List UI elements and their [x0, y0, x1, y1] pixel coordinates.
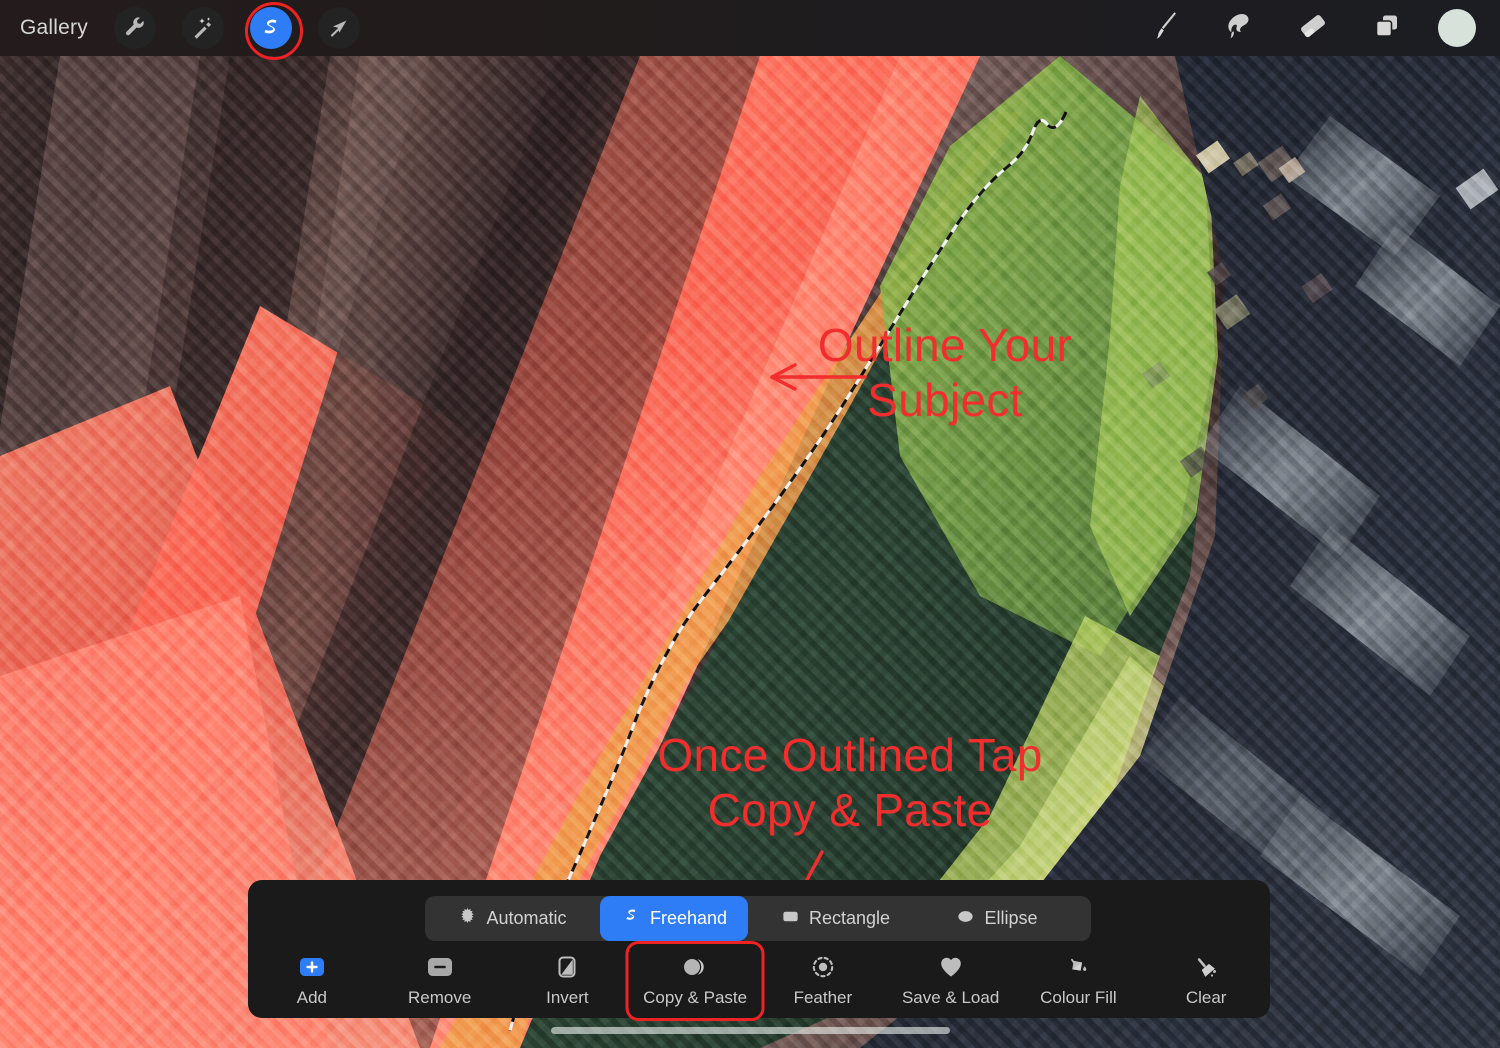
transform-arrow-button[interactable]	[317, 7, 360, 49]
save-and-load-label: Save & Load	[901, 988, 1000, 1007]
feather-dots-icon	[810, 954, 836, 980]
clear-label: Clear	[1185, 988, 1227, 1007]
selection-tool-button[interactable]	[244, 2, 303, 60]
mode-automatic-label: Automatic	[486, 908, 567, 928]
selection-mode-segmented-control: Automatic Freehand Rectangle Ellipse	[425, 896, 1091, 941]
mode-rectangle[interactable]: Rectangle	[748, 896, 923, 941]
heart-icon	[938, 954, 964, 980]
minus-square-icon	[425, 954, 455, 980]
mode-freehand-label: Freehand	[649, 908, 728, 928]
paintbrush-icon	[1148, 9, 1182, 48]
mode-ellipse-label: Ellipse	[984, 908, 1038, 928]
ellipse-icon	[956, 907, 975, 931]
copy-paste-icon	[679, 954, 711, 980]
annotation-copy-paste-hint: Once Outlined Tap Copy & Paste	[657, 729, 1043, 837]
arrow-icon	[327, 16, 351, 40]
home-indicator[interactable]	[551, 1027, 950, 1034]
broom-icon	[1192, 954, 1220, 980]
copy-and-paste-label: Copy & Paste	[643, 988, 748, 1007]
save-and-load-button[interactable]: Save & Load	[887, 948, 1015, 1008]
layers-button[interactable]	[1364, 5, 1410, 51]
actions-wrench-button[interactable]	[113, 7, 156, 49]
smudge-icon	[1222, 9, 1256, 48]
top-toolbar: Gallery	[0, 0, 1500, 60]
paint-bucket-icon	[1065, 954, 1091, 980]
add-button[interactable]: Add	[248, 948, 376, 1008]
feather-button[interactable]: Feather	[759, 948, 887, 1008]
rectangle-icon	[781, 907, 800, 931]
plus-square-icon	[297, 954, 327, 980]
selection-icon	[258, 15, 284, 41]
paintbrush-button[interactable]	[1142, 5, 1188, 51]
magic-wand-icon	[191, 16, 215, 40]
colour-fill-button[interactable]: Colour Fill	[1015, 948, 1143, 1008]
remove-label: Remove	[407, 988, 472, 1007]
mode-ellipse[interactable]: Ellipse	[923, 896, 1071, 941]
annotation-outline-subject: Outline Your Subject	[817, 319, 1073, 427]
invert-button[interactable]: Invert	[504, 948, 632, 1008]
remove-button[interactable]: Remove	[376, 948, 504, 1008]
eraser-button[interactable]	[1290, 5, 1336, 51]
selection-options-panel: Automatic Freehand Rectangle Ellipse Add…	[248, 880, 1270, 1018]
mode-automatic[interactable]: Automatic	[425, 896, 600, 941]
mode-rectangle-label: Rectangle	[808, 908, 891, 928]
invert-label: Invert	[546, 988, 589, 1007]
colour-swatch-button[interactable]	[1438, 9, 1476, 47]
selection-actions-row: Add Remove Invert Copy & Paste Feather S…	[248, 948, 1270, 1018]
eraser-icon	[1296, 9, 1330, 48]
adjustments-wand-button[interactable]	[181, 7, 224, 49]
colour-fill-label: Colour Fill	[1040, 988, 1117, 1007]
procreate-app-window: Outline Your Subject Once Outlined Tap C…	[0, 0, 1500, 1048]
smudge-button[interactable]	[1216, 5, 1262, 51]
invert-square-icon	[555, 954, 579, 980]
copy-and-paste-button[interactable]: Copy & Paste	[631, 948, 759, 1008]
freehand-icon	[621, 906, 641, 931]
feather-label: Feather	[793, 988, 853, 1007]
layers-icon	[1370, 9, 1404, 48]
wrench-icon	[123, 16, 147, 40]
add-label: Add	[296, 988, 327, 1007]
gallery-button[interactable]: Gallery	[20, 16, 88, 40]
clear-button[interactable]: Clear	[1142, 948, 1270, 1008]
mode-freehand[interactable]: Freehand	[600, 896, 748, 941]
starburst-icon	[458, 907, 477, 931]
top-toolbar-right-group	[1142, 5, 1500, 51]
